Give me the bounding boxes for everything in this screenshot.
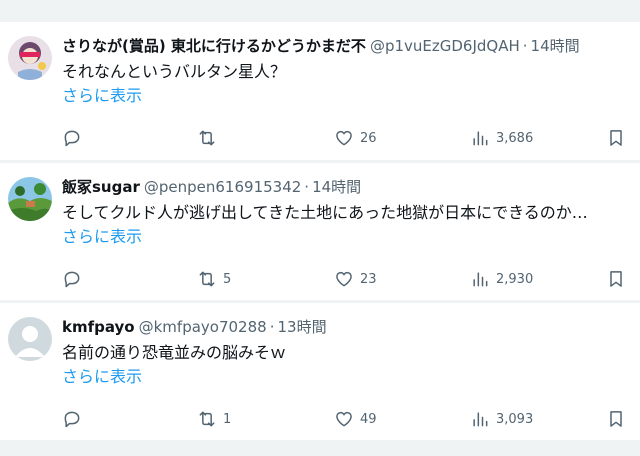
- repost-button[interactable]: 5: [197, 263, 231, 295]
- bookmark-button[interactable]: [606, 263, 626, 295]
- heart-icon: [336, 411, 352, 427]
- view-count: 3,686: [496, 130, 534, 146]
- post-header: さりなが(賞品) 東北に行けるかどうかまだ不 @p1vuEzGD6JdQAH · 14…: [62, 36, 636, 56]
- author-handle[interactable]: @kmfpayo70288: [135, 318, 267, 336]
- views-button[interactable]: 2,930: [470, 263, 533, 295]
- post-time[interactable]: 14時間: [312, 178, 361, 196]
- bookmark-icon: [610, 411, 622, 427]
- like-button[interactable]: 26: [334, 122, 377, 154]
- like-count: 26: [360, 130, 377, 146]
- separator: [0, 0, 640, 22]
- post-header: 飯冢sugar @penpen616915342 · 14時間: [62, 177, 636, 197]
- user-avatar[interactable]: [8, 36, 52, 80]
- reply-icon: [64, 130, 80, 147]
- reply-button[interactable]: [62, 122, 88, 154]
- bookmark-button[interactable]: [606, 403, 626, 435]
- user-avatar[interactable]: [8, 317, 52, 361]
- landscape-avatar-icon: [8, 177, 52, 221]
- like-count: 23: [360, 271, 377, 287]
- post-time[interactable]: 13時間: [277, 318, 326, 336]
- author-handle[interactable]: @penpen616915342: [140, 178, 301, 196]
- show-more-link[interactable]: さらに表示: [62, 85, 142, 107]
- post-text: それなんというバルタン星人？: [62, 62, 287, 81]
- repost-icon: [199, 130, 215, 146]
- author-name[interactable]: kmfpayo: [62, 318, 135, 336]
- views-chart-icon: [473, 131, 488, 146]
- reply-icon: [64, 271, 80, 288]
- repost-count: 5: [223, 271, 232, 287]
- bookmark-icon: [610, 271, 622, 287]
- author-name[interactable]: さりなが(賞品) 東北に行けるかどうかまだ不: [62, 37, 366, 55]
- meta-dot: ·: [269, 318, 275, 336]
- show-more-link[interactable]: さらに表示: [62, 366, 142, 388]
- like-button[interactable]: 23: [334, 263, 377, 295]
- post-1[interactable]: さりなが(賞品) 東北に行けるかどうかまだ不 @p1vuEzGD6JdQAH · 14…: [0, 22, 640, 160]
- post-text: そしてクルド人が逃げ出してきた土地にあった地獄が日本にできるのか…: [62, 203, 588, 222]
- post-header: kmfpayo @kmfpayo70288 · 13時間: [62, 317, 636, 337]
- author-handle[interactable]: @p1vuEzGD6JdQAH: [366, 37, 520, 55]
- view-count: 2,930: [496, 271, 534, 287]
- bookmark-icon: [610, 130, 622, 146]
- like-button[interactable]: 49: [334, 403, 377, 435]
- repost-count: 1: [223, 411, 232, 427]
- user-avatar[interactable]: [8, 177, 52, 221]
- views-button[interactable]: 3,093: [470, 403, 533, 435]
- anime-character-avatar-icon: [8, 36, 52, 80]
- reply-button[interactable]: [62, 403, 88, 435]
- views-chart-icon: [473, 272, 488, 287]
- post-3[interactable]: kmfpayo @kmfpayo70288 · 13時間 名前の通り恐竜並みの脳みそｗ…: [0, 303, 640, 440]
- separator: [0, 440, 640, 456]
- heart-icon: [336, 271, 352, 287]
- action-bar: 1 49 3,093: [0, 403, 640, 435]
- post-text: 名前の通り恐竜並みの脳みそｗ: [62, 343, 287, 362]
- show-more-link[interactable]: さらに表示: [62, 226, 142, 248]
- meta-dot: ·: [304, 178, 310, 196]
- views-button[interactable]: 3,686: [470, 122, 533, 154]
- meta-dot: ·: [522, 37, 528, 55]
- repost-button[interactable]: [197, 122, 223, 154]
- repost-button[interactable]: 1: [197, 403, 231, 435]
- author-name[interactable]: 飯冢sugar: [62, 178, 140, 196]
- post-time[interactable]: 14時間: [531, 37, 580, 55]
- repost-icon: [199, 271, 215, 287]
- view-count: 3,093: [496, 411, 534, 427]
- default-person-avatar-icon: [8, 317, 52, 361]
- repost-icon: [199, 411, 215, 427]
- heart-icon: [336, 130, 352, 146]
- reply-icon: [64, 411, 80, 428]
- views-chart-icon: [473, 412, 488, 427]
- reply-button[interactable]: [62, 263, 88, 295]
- post-2[interactable]: 飯冢sugar @penpen616915342 · 14時間 そしてクルド人が逃げ出…: [0, 163, 640, 300]
- like-count: 49: [360, 411, 377, 427]
- bookmark-button[interactable]: [606, 122, 626, 154]
- action-bar: 26 3,686: [0, 122, 640, 154]
- action-bar: 5 23 2,930: [0, 263, 640, 295]
